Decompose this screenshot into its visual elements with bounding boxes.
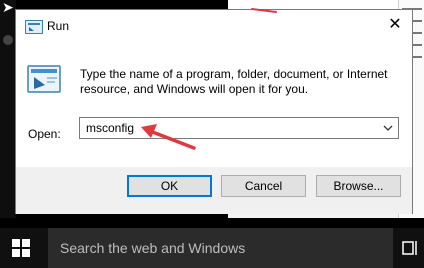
- run-dialog: Run ✕ Type the name of a program, folder…: [15, 9, 413, 214]
- run-icon: [25, 20, 43, 34]
- run-icon: [27, 65, 61, 93]
- open-input[interactable]: msconfig: [86, 121, 134, 135]
- dialog-content: Type the name of a program, folder, docu…: [16, 43, 412, 167]
- title-bar[interactable]: Run ✕: [16, 10, 412, 43]
- start-button[interactable]: [0, 228, 48, 268]
- cancel-button[interactable]: Cancel: [221, 175, 306, 197]
- windows-logo-icon: [12, 239, 30, 257]
- dialog-footer: OK Cancel Browse...: [16, 167, 412, 214]
- search-placeholder: Search the web and Windows: [60, 240, 246, 256]
- dialog-description: Type the name of a program, folder, docu…: [80, 67, 388, 96]
- desktop-background: [0, 0, 16, 218]
- taskbar-search-box[interactable]: Search the web and Windows: [48, 228, 393, 268]
- dialog-title: Run: [47, 19, 70, 33]
- close-button[interactable]: ✕: [386, 16, 404, 34]
- ok-button[interactable]: OK: [127, 175, 212, 197]
- open-label: Open:: [28, 127, 61, 141]
- chevron-down-icon[interactable]: [381, 121, 395, 135]
- browse-button[interactable]: Browse...: [316, 175, 401, 197]
- open-combobox[interactable]: msconfig: [79, 117, 399, 139]
- taskbar: Search the web and Windows: [0, 228, 424, 268]
- desktop-icon: [3, 35, 13, 45]
- task-view-icon[interactable]: [402, 240, 420, 256]
- mouse-cursor-icon: ➤: [2, 0, 14, 15]
